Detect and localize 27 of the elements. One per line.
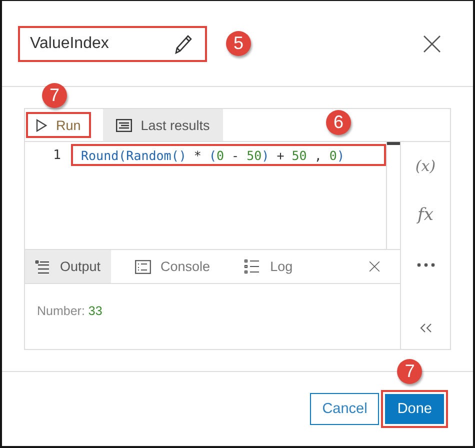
callout-badge: 7	[42, 83, 67, 108]
play-icon	[36, 118, 47, 132]
list-icon	[35, 260, 50, 274]
close-icon[interactable]	[423, 34, 441, 52]
checklist-icon	[244, 259, 260, 274]
variables-button[interactable]: (x)	[409, 156, 442, 176]
output-text: Number: 33	[37, 304, 102, 318]
output-panel-tab[interactable]: Console	[124, 250, 220, 283]
callout-badge: 7	[397, 359, 422, 384]
callout-badge: 6	[326, 110, 351, 135]
expression-name-field[interactable]: ValueIndex	[18, 26, 207, 62]
output-panel-tab[interactable]: Output	[25, 250, 111, 283]
callout-badge: 5	[226, 30, 251, 56]
output-panel-tab[interactable]: Log	[234, 250, 303, 283]
scrollbar[interactable]	[386, 142, 400, 249]
line-number: 1	[52, 147, 62, 165]
more-icon[interactable]	[416, 263, 434, 267]
list-box-icon	[116, 118, 132, 132]
cancel-button[interactable]: Cancel	[310, 393, 380, 425]
pencil-icon[interactable]	[173, 32, 193, 54]
functions-button[interactable]: fx	[412, 204, 440, 226]
close-icon[interactable]	[369, 261, 380, 272]
run-button[interactable]: Run	[28, 114, 89, 136]
collapse-icon[interactable]	[420, 323, 432, 333]
results-button[interactable]: Last results	[102, 109, 223, 141]
done-button[interactable]: Done	[383, 392, 446, 426]
console-icon	[134, 260, 151, 274]
